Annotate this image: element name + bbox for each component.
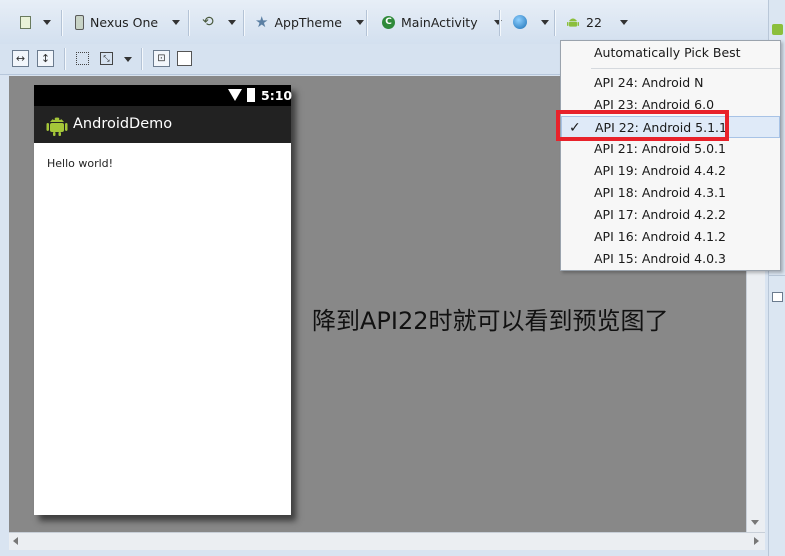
device-label: Nexus One: [90, 14, 159, 30]
chevron-down-icon: [43, 19, 51, 25]
menu-item-label: API 24: Android N: [594, 75, 704, 90]
android-icon: [567, 18, 579, 27]
menu-item-api-16[interactable]: API 16: Android 4.1.2: [561, 226, 780, 248]
toolbar-separator: [554, 10, 556, 36]
locale-dropdown[interactable]: [513, 11, 549, 33]
globe-icon: [513, 15, 527, 29]
wifi-icon: [228, 89, 242, 101]
chevron-down-icon[interactable]: [124, 57, 132, 62]
layout-icon: ⊡: [157, 53, 166, 64]
outline-icon[interactable]: [772, 292, 783, 302]
app-title: AndroidDemo: [73, 116, 173, 132]
chevron-down-icon: [619, 19, 628, 25]
api-level-dropdown[interactable]: 22: [566, 11, 628, 33]
palette-icon[interactable]: [772, 24, 783, 35]
annotation-text: 降到API22时就可以看到预览图了: [312, 307, 669, 335]
action-bar: AndroidDemo: [34, 106, 291, 143]
theme-dropdown[interactable]: ★ AppTheme: [255, 11, 364, 33]
horizontal-scrollbar[interactable]: [9, 532, 765, 550]
menu-item-label: Automatically Pick Best: [594, 45, 741, 60]
status-time: 5:10: [261, 88, 293, 103]
activity-label: MainActivity: [401, 14, 478, 30]
status-bar: 5:10: [34, 85, 293, 106]
horizontal-arrows-icon: ↔: [15, 52, 26, 65]
menu-item-auto-pick[interactable]: Automatically Pick Best: [561, 42, 780, 64]
menu-item-label: API 19: Android 4.4.2: [594, 163, 726, 178]
rotate-icon: ⟲: [202, 14, 214, 30]
android-logo-icon: [46, 117, 68, 136]
menu-item-label: API 17: Android 4.2.2: [594, 207, 726, 222]
toolbar-separator: [141, 48, 143, 70]
device-dropdown[interactable]: Nexus One: [75, 11, 181, 33]
toolbar-separator: [243, 10, 245, 36]
vertical-arrows-icon: ↕: [40, 52, 51, 65]
orientation-dropdown[interactable]: ⟲: [202, 11, 236, 33]
resize-icon[interactable]: ⤡: [100, 52, 113, 65]
menu-separator: [591, 68, 780, 69]
menu-item-api-15[interactable]: API 15: Android 4.0.3: [561, 248, 780, 270]
panel-divider: [769, 275, 785, 276]
toolbar-separator: [61, 10, 63, 36]
hello-world-text[interactable]: Hello world!: [47, 157, 113, 170]
layout-toolbar: Nexus One ⟲ ★ AppTheme C MainActivity 22: [0, 0, 768, 45]
menu-item-label: API 18: Android 4.3.1: [594, 185, 726, 200]
highlight-box: [556, 110, 729, 141]
menu-item-api-24[interactable]: API 24: Android N: [561, 72, 780, 94]
menu-item-api-17[interactable]: API 17: Android 4.2.2: [561, 204, 780, 226]
toolbar-separator: [499, 10, 501, 36]
menu-item-api-21[interactable]: API 21: Android 5.0.1: [561, 138, 780, 160]
layout-direction-button[interactable]: ⊡: [153, 50, 170, 67]
scroll-down-icon[interactable]: [751, 520, 759, 525]
menu-item-api-18[interactable]: API 18: Android 4.3.1: [561, 182, 780, 204]
chevron-down-icon: [227, 19, 236, 25]
menu-item-label: API 15: Android 4.0.3: [594, 251, 726, 266]
chevron-down-icon: [541, 19, 549, 25]
refresh-preview-button[interactable]: [177, 51, 192, 66]
menu-item-label: API 21: Android 5.0.1: [594, 141, 726, 156]
scroll-left-icon[interactable]: [13, 537, 18, 545]
toggle-height-button[interactable]: ↕: [37, 50, 54, 67]
toggle-width-button[interactable]: ↔: [12, 50, 29, 67]
device-preview[interactable]: 5:10 AndroidDemo Hello world!: [34, 85, 293, 515]
api-level-menu: Automatically Pick Best API 24: Android …: [560, 40, 781, 271]
theme-label: AppTheme: [274, 14, 342, 30]
chevron-down-icon: [356, 19, 364, 25]
api-level-label: 22: [586, 14, 602, 30]
configuration-icon: [20, 15, 31, 29]
activity-dropdown[interactable]: C MainActivity: [382, 11, 502, 33]
menu-item-api-19[interactable]: API 19: Android 4.4.2: [561, 160, 780, 182]
star-icon: ★: [255, 12, 269, 31]
menu-item-label: API 16: Android 4.1.2: [594, 229, 726, 244]
configuration-dropdown[interactable]: [20, 11, 51, 33]
toolbar-separator: [366, 10, 368, 36]
toolbar-separator: [188, 10, 190, 36]
margins-icon[interactable]: [76, 52, 89, 65]
battery-icon: [247, 88, 255, 102]
scroll-right-icon[interactable]: [754, 537, 759, 545]
activity-icon: C: [382, 15, 395, 29]
toolbar-separator: [64, 48, 66, 70]
chevron-down-icon: [172, 19, 181, 25]
phone-icon: [75, 14, 84, 30]
